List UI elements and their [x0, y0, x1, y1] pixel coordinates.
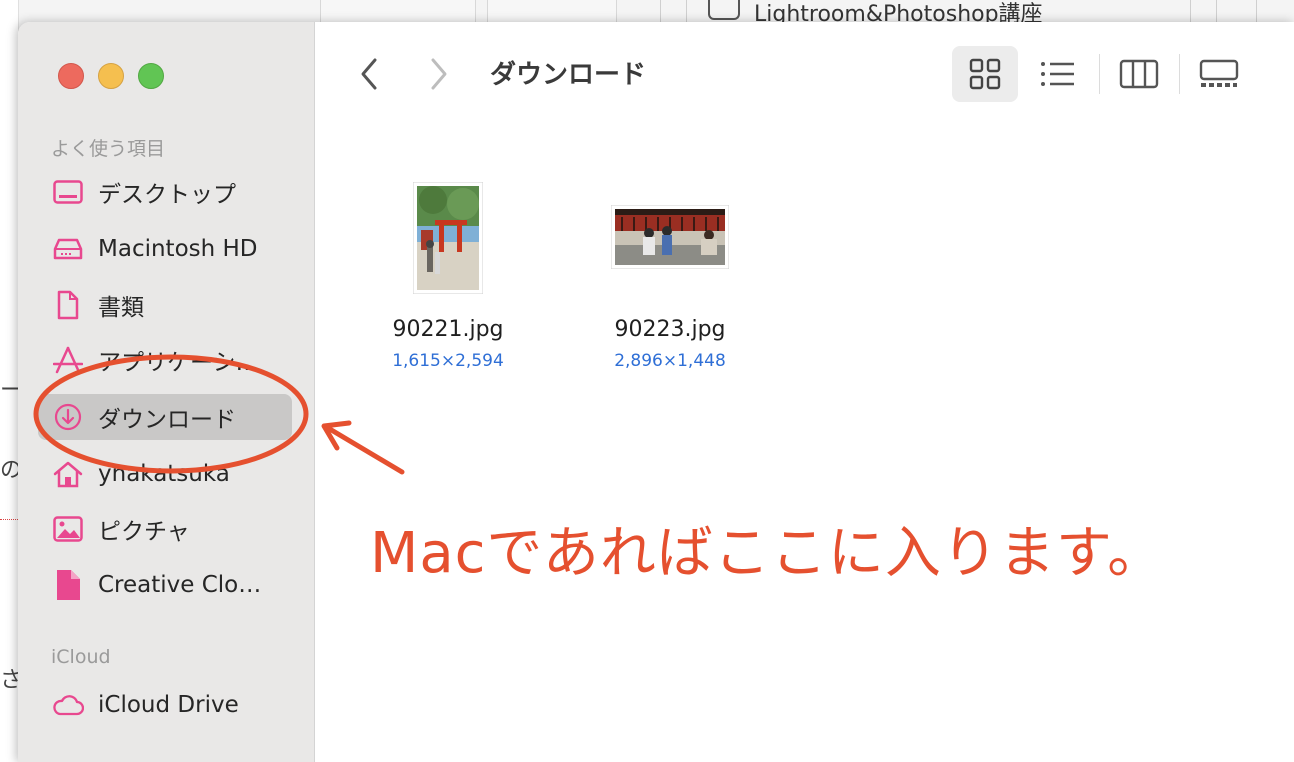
sidebar-item-label: アプリケーシ… [98, 350, 259, 376]
icloud-section-title: iCloud [51, 646, 111, 668]
cloud-icon [52, 689, 84, 721]
grid-icon [969, 58, 1001, 90]
background-tab [320, 0, 476, 23]
sidebar-item-pictures[interactable]: ピクチャ [38, 506, 292, 552]
file-name: 90221.jpg [392, 317, 504, 342]
file-dimensions: 1,615×2,594 [392, 351, 504, 371]
background-divider [686, 0, 687, 22]
home-icon [52, 458, 84, 490]
icon-view-button[interactable] [952, 46, 1018, 102]
back-button[interactable] [351, 52, 387, 96]
sidebar-item-label: ynakatsuka [98, 461, 230, 487]
chevron-left-icon [361, 58, 377, 90]
background-divider [1190, 0, 1191, 22]
list-view-button[interactable] [1025, 46, 1091, 102]
applications-icon [52, 344, 84, 376]
sidebar-item-label: ピクチャ [98, 519, 190, 545]
file-dimensions: 2,896×1,448 [614, 351, 726, 371]
sidebar-item-documents[interactable]: 書類 [38, 282, 292, 328]
annotation-text: Macであればここに入ります。 [370, 521, 1165, 586]
sidebar-item-label: ダウンロード [98, 407, 236, 433]
sidebar-item-macintosh-hd[interactable]: Macintosh HD [38, 226, 292, 272]
close-button[interactable] [58, 63, 84, 89]
finder-window: よく使う項目 デスクトップ Macintosh HD 書類 アプリケーシ… ダウ… [18, 22, 1294, 762]
photo-thumbnail-portrait [413, 182, 483, 294]
folder-title: ダウンロード [490, 60, 647, 90]
file-item[interactable]: 90221.jpg 1,615×2,594 [358, 177, 538, 377]
background-divider [1256, 0, 1257, 22]
document-icon [708, 0, 740, 20]
background-underline [0, 519, 18, 520]
sidebar-item-label: デスクトップ [98, 182, 236, 208]
favorites-section-title: よく使う項目 [51, 138, 166, 160]
sidebar-item-label: Macintosh HD [98, 236, 258, 262]
chevron-right-icon [431, 58, 447, 90]
gallery-icon [1199, 59, 1239, 87]
download-icon [52, 401, 84, 433]
document-icon [52, 289, 84, 321]
photo-thumbnail-landscape [611, 205, 729, 269]
minimize-button[interactable] [98, 63, 124, 89]
forward-button[interactable] [421, 52, 457, 96]
sidebar-item-label: 書類 [98, 295, 144, 321]
sidebar-item-label: Creative Clo… [98, 572, 262, 598]
background-divider [660, 0, 661, 22]
file-thumbnail [411, 181, 485, 295]
sidebar-item-desktop[interactable]: デスクトップ [38, 169, 292, 215]
sidebar-item-downloads[interactable]: ダウンロード [38, 394, 292, 440]
file-thumbnail [610, 203, 730, 271]
zoom-button[interactable] [138, 63, 164, 89]
sidebar: よく使う項目 デスクトップ Macintosh HD 書類 アプリケーシ… ダウ… [18, 22, 315, 762]
file-item[interactable]: 90223.jpg 2,896×1,448 [580, 177, 760, 377]
sidebar-item-home[interactable]: ynakatsuka [38, 451, 292, 497]
background-divider [1216, 0, 1217, 22]
main-content: ダウンロード 90221.jpg 1,615×2,594 90223.jpg 2… [315, 22, 1294, 762]
file-name: 90223.jpg [614, 317, 726, 342]
background-left-strip: ー の さ [0, 0, 22, 746]
sidebar-item-label: iCloud Drive [98, 692, 239, 718]
background-tab [487, 0, 617, 23]
hard-drive-icon [52, 233, 84, 265]
sidebar-item-icloud-drive[interactable]: iCloud Drive [38, 682, 292, 728]
desktop-icon [52, 176, 84, 208]
list-icon [1041, 62, 1074, 86]
gallery-view-button[interactable] [1186, 46, 1252, 102]
toolbar-divider [1099, 54, 1100, 94]
column-view-button[interactable] [1106, 46, 1172, 102]
sidebar-item-creative-cloud[interactable]: Creative Clo… [38, 562, 292, 608]
columns-icon [1119, 59, 1159, 89]
toolbar-divider [1179, 54, 1180, 94]
pictures-icon [52, 513, 84, 545]
creative-cloud-file-icon [52, 569, 84, 601]
sidebar-item-applications[interactable]: アプリケーシ… [38, 337, 292, 383]
